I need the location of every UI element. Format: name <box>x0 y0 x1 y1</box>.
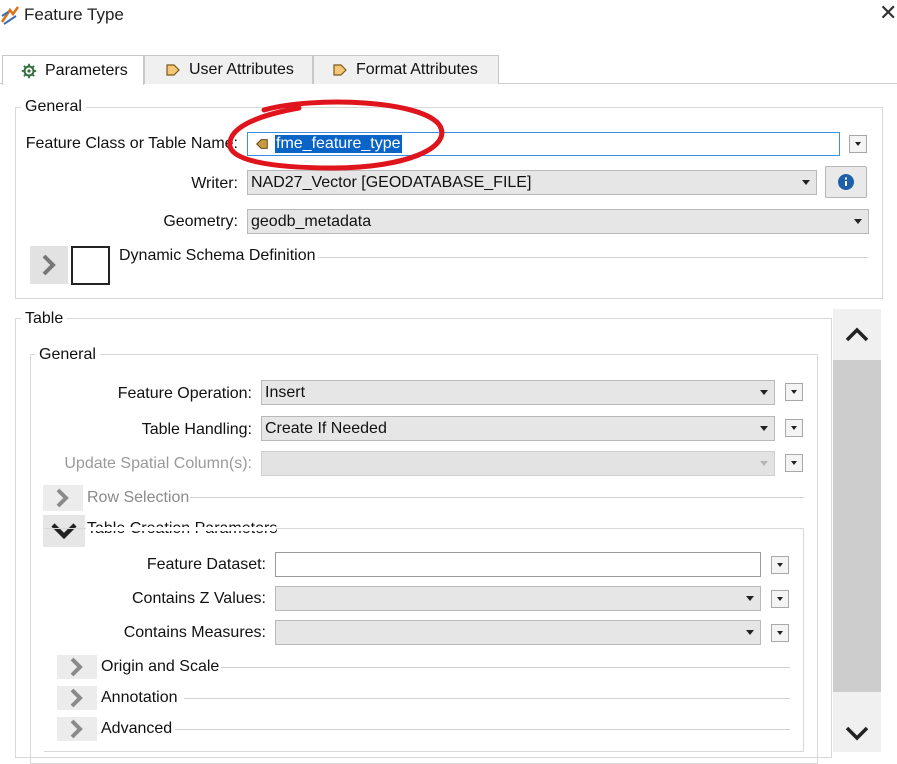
contains-measures-label: Contains Measures: <box>123 624 266 641</box>
geometry-value: geodb_metadata <box>251 212 372 230</box>
advanced-expand[interactable] <box>57 717 97 741</box>
annotation-expand[interactable] <box>57 686 97 710</box>
table-group-title: Table <box>21 310 68 328</box>
chevron-down-icon <box>845 726 869 741</box>
feature-operation-menu-button[interactable] <box>785 383 803 401</box>
feature-dataset-input[interactable] <box>275 552 761 577</box>
gear-icon <box>21 63 37 78</box>
origin-scale-label: Origin and Scale <box>101 658 220 675</box>
chevron-up-icon <box>845 327 869 342</box>
table-handling-label: Table Handling: <box>141 421 252 438</box>
general-group-title: General <box>21 98 86 116</box>
scrollbar-thumb[interactable] <box>833 360 881 692</box>
advanced-label: Advanced <box>101 720 173 737</box>
row-selection-label: Row Selection <box>87 489 190 506</box>
contains-z-menu-button[interactable] <box>771 590 789 608</box>
tab-user-attributes[interactable]: User Attributes <box>144 55 313 84</box>
row-selection-expand[interactable] <box>43 485 83 511</box>
contains-z-label: Contains Z Values: <box>132 590 266 607</box>
table-handling-dropdown[interactable]: Create If Needed <box>261 416 775 441</box>
chevron-down-icon <box>854 219 862 224</box>
table-handling-value: Create If Needed <box>265 419 387 437</box>
dynamic-schema-checkbox[interactable] <box>71 246 110 285</box>
feature-class-label: Feature Class or Table Name: <box>25 135 238 152</box>
divider <box>221 667 790 668</box>
chevron-right-icon <box>70 688 83 708</box>
feature-operation-dropdown[interactable]: Insert <box>261 380 775 405</box>
divider <box>318 257 868 258</box>
origin-scale-expand[interactable] <box>57 655 97 679</box>
update-spatial-dropdown <box>261 451 775 476</box>
scroll-up-button[interactable] <box>833 312 881 356</box>
contains-measures-dropdown[interactable] <box>275 620 761 645</box>
divider <box>190 497 804 498</box>
geometry-label: Geometry: <box>163 213 238 230</box>
contains-measures-menu-button[interactable] <box>771 624 789 642</box>
update-spatial-menu-button[interactable] <box>785 454 803 472</box>
feature-class-menu-button[interactable] <box>849 135 867 153</box>
dynamic-schema-expand[interactable] <box>30 246 68 284</box>
contains-z-dropdown[interactable] <box>275 586 761 611</box>
chevron-down-icon <box>760 426 768 431</box>
dynamic-schema-label: Dynamic Schema Definition <box>119 247 316 264</box>
tab-label: Format Attributes <box>356 61 478 78</box>
chevron-right-icon <box>70 719 83 739</box>
title-mask <box>86 527 276 531</box>
chevron-down-icon <box>746 596 754 601</box>
writer-info-button[interactable] <box>825 166 867 198</box>
writer-value: NAD27_Vector [GEODATABASE_FILE] <box>251 173 532 191</box>
annotation-label: Annotation <box>101 689 178 706</box>
tab-parameters[interactable]: Parameters <box>2 55 144 85</box>
tab-format-attributes[interactable]: Format Attributes <box>313 55 499 84</box>
app-icon <box>0 6 20 25</box>
feature-dataset-menu-button[interactable] <box>771 556 789 574</box>
chevron-down-icon <box>802 180 810 185</box>
table-general-title: General <box>35 346 100 364</box>
writer-dropdown[interactable]: NAD27_Vector [GEODATABASE_FILE] <box>247 170 817 195</box>
info-icon <box>838 174 854 190</box>
chevron-down-icon <box>760 390 768 395</box>
window-title: Feature Type <box>24 5 124 24</box>
geometry-dropdown[interactable]: geodb_metadata <box>247 209 869 234</box>
feature-dataset-label: Feature Dataset: <box>146 556 266 573</box>
tab-label: User Attributes <box>189 61 294 78</box>
chevron-right-icon <box>70 657 83 677</box>
annotation-circle <box>227 99 445 171</box>
tag-icon <box>166 64 180 76</box>
divider <box>175 729 790 730</box>
tab-label: Parameters <box>45 61 128 79</box>
writer-label: Writer: <box>191 175 238 192</box>
feature-operation-label: Feature Operation: <box>117 385 252 402</box>
close-icon[interactable]: ✕ <box>879 2 897 24</box>
feature-operation-value: Insert <box>265 383 306 401</box>
scroll-down-button[interactable] <box>833 712 881 752</box>
chevron-down-icon <box>760 461 768 466</box>
table-handling-menu-button[interactable] <box>785 419 803 437</box>
chevron-down-icon <box>746 630 754 635</box>
tag-icon <box>333 64 347 76</box>
chevron-right-icon <box>42 254 56 276</box>
update-spatial-label: Update Spatial Column(s): <box>64 455 252 472</box>
divider <box>184 698 790 699</box>
chevron-right-icon <box>56 488 69 508</box>
